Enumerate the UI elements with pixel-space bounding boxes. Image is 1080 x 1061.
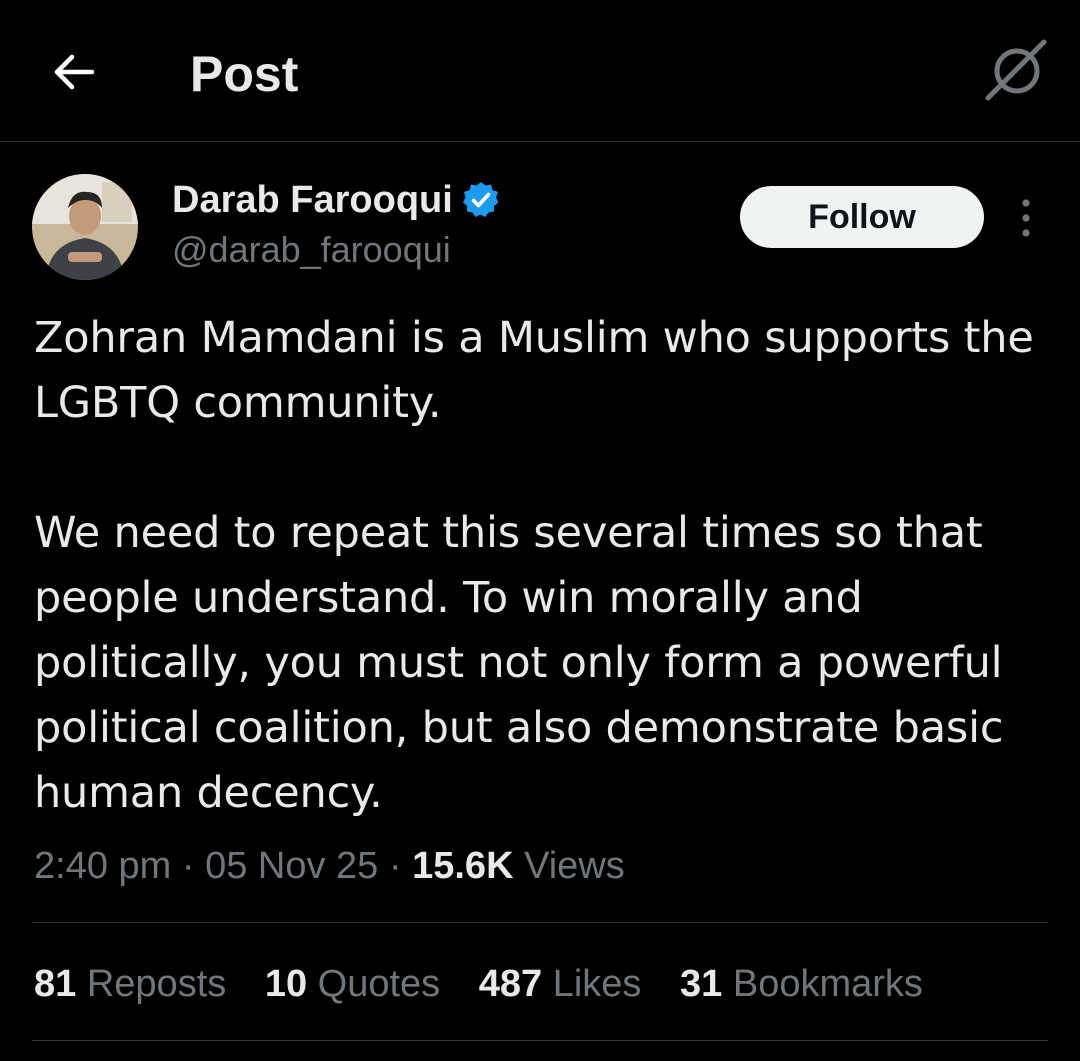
post-metadata: 2:40 pm · 05 Nov 25 · 15.6K Views (34, 840, 625, 892)
bookmarks-count: 31 (680, 963, 723, 1005)
arrow-left-icon[interactable] (48, 46, 100, 98)
top-app-bar: Post (0, 0, 1080, 142)
page-title: Post (190, 46, 299, 102)
post-paragraph: We need to repeat this several times so … (34, 508, 1004, 818)
quotes-label: Quotes (317, 963, 441, 1005)
separator-dot: · (388, 845, 402, 887)
divider (32, 1040, 1048, 1041)
post-date[interactable]: 05 Nov 25 (205, 845, 378, 887)
grok-icon[interactable] (982, 36, 1052, 106)
quotes-count: 10 (264, 963, 308, 1005)
post-time[interactable]: 2:40 pm (34, 845, 171, 887)
bookmarks-label: Bookmarks (732, 963, 923, 1005)
reposts-count: 81 (34, 963, 77, 1005)
author-handle[interactable]: @darab_farooqui (172, 228, 501, 272)
quotes-stat[interactable]: 10 Quotes (265, 958, 440, 1010)
author-display-name[interactable]: Darab Farooqui (172, 178, 453, 222)
separator-dot: · (181, 845, 195, 887)
follow-button[interactable]: Follow (740, 186, 984, 248)
post-paragraph: Zohran Mamdani is a Muslim who supports … (34, 313, 1034, 428)
verified-badge-icon (462, 182, 499, 217)
bookmarks-stat[interactable]: 31 Bookmarks (680, 958, 923, 1010)
engagement-stats: 81 Reposts 10 Quotes 487 Likes 31 Bookma… (34, 958, 951, 1010)
author-info: Darab Farooqui @darab_farooqui (172, 178, 501, 272)
reposts-label: Reposts (86, 963, 227, 1005)
views-count: 15.6K (412, 845, 514, 887)
divider (32, 922, 1048, 923)
reposts-stat[interactable]: 81 Reposts (34, 958, 226, 1010)
likes-count: 487 (478, 963, 543, 1005)
more-vertical-icon[interactable] (1010, 196, 1042, 240)
views-label: Views (524, 845, 625, 887)
avatar[interactable] (32, 174, 138, 280)
likes-label: Likes (552, 963, 642, 1005)
post-text: Zohran Mamdani is a Muslim who supports … (34, 306, 1044, 826)
likes-stat[interactable]: 487 Likes (479, 958, 642, 1010)
